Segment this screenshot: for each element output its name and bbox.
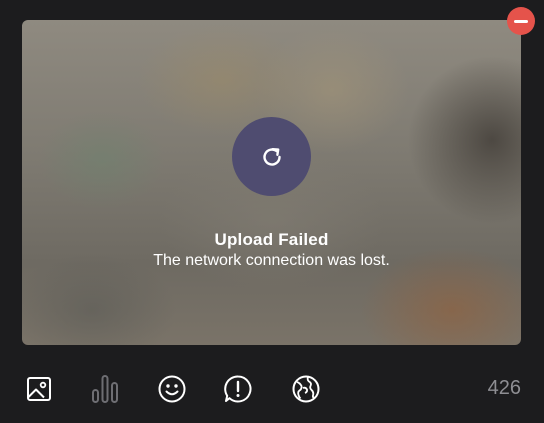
add-poll-button[interactable] [89,373,121,405]
retry-button[interactable] [232,117,311,196]
character-count: 426 [487,377,521,399]
alert-icon [224,375,252,403]
upload-status-title: Upload Failed [214,230,329,249]
poll-icon [92,375,118,403]
upload-status-message: The network connection was lost. [153,252,390,269]
globe-icon [292,375,320,403]
media-attachment: Upload Failed The network connection was… [22,20,521,345]
image-icon [27,377,51,401]
retry-icon [262,147,281,166]
add-image-button[interactable] [23,373,55,405]
add-emoji-button[interactable] [156,373,188,405]
compose-screen: Upload Failed The network connection was… [0,0,544,423]
remove-icon [514,19,528,23]
remove-attachment-button[interactable] [507,7,535,35]
emoji-icon [158,375,186,403]
content-warning-button[interactable] [222,373,254,405]
visibility-button[interactable] [290,373,322,405]
